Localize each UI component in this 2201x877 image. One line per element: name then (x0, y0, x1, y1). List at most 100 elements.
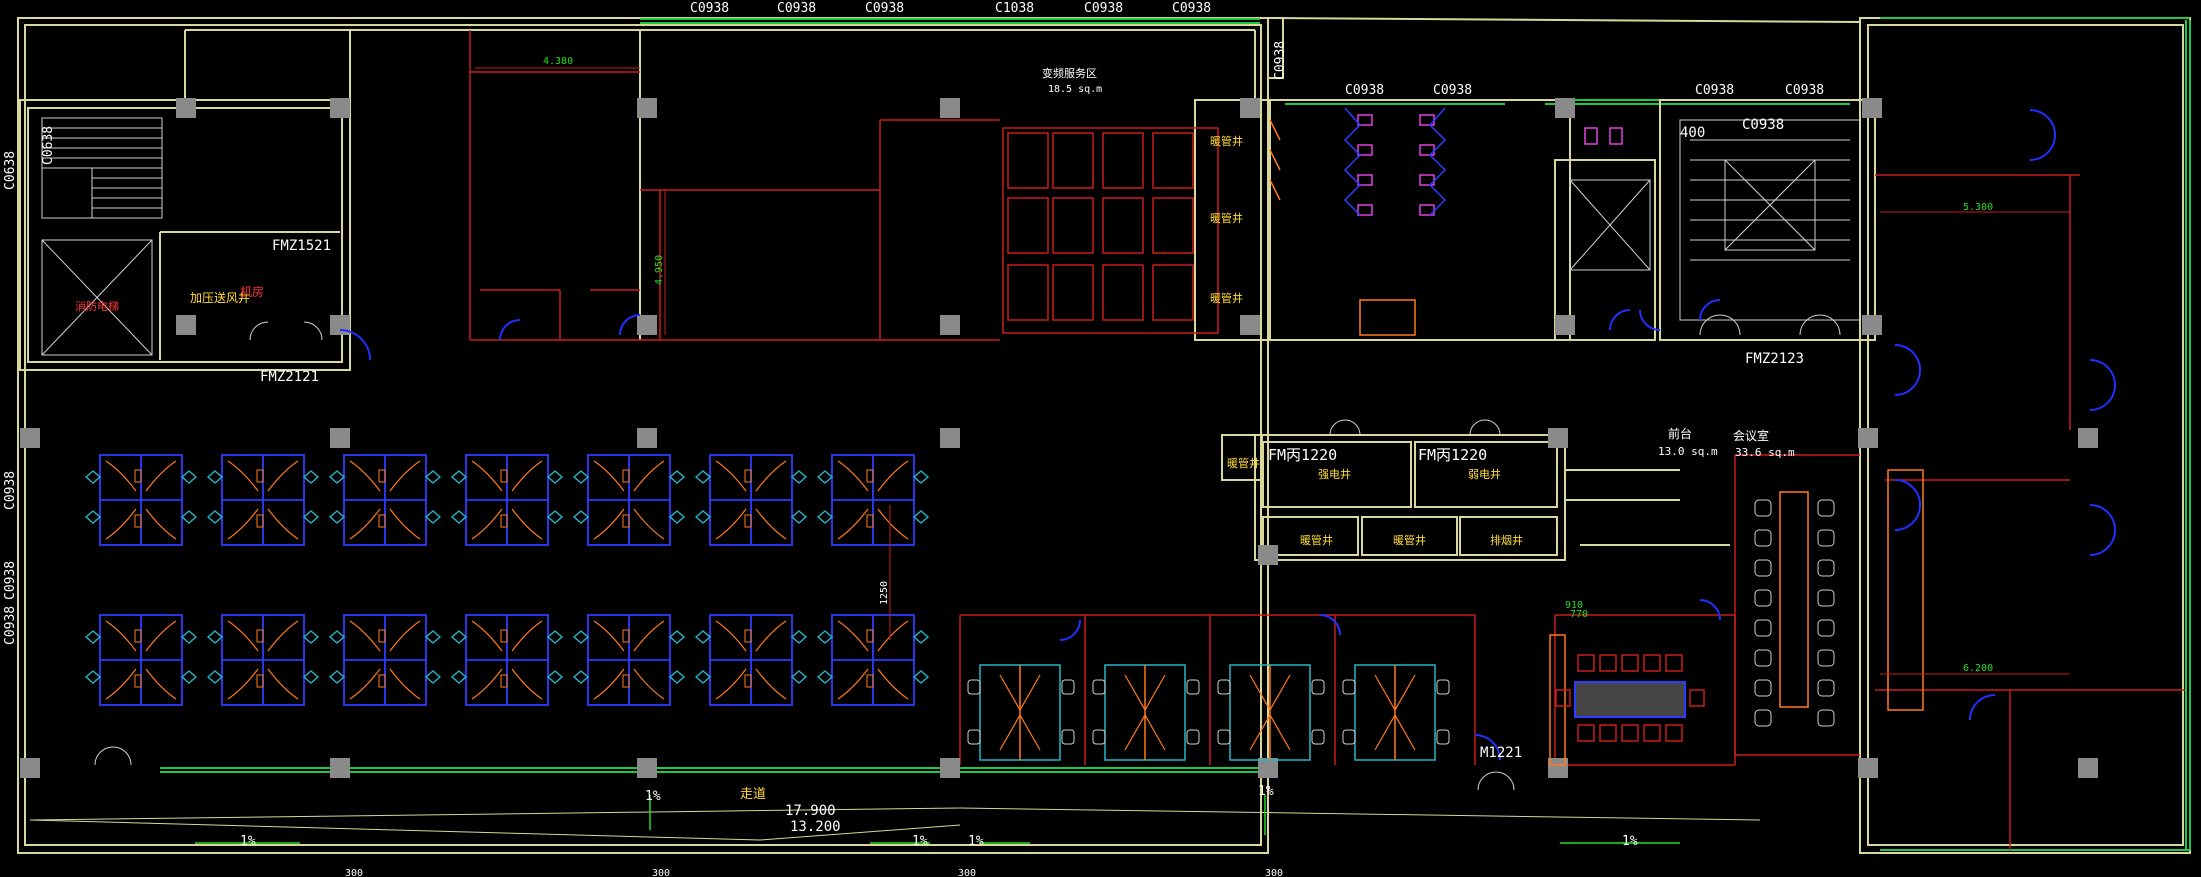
chair (302, 470, 320, 484)
chair (302, 510, 320, 524)
chair (1092, 679, 1106, 695)
slope-lines (29, 807, 1761, 841)
chair (572, 630, 590, 644)
window-label: C0938 (1273, 41, 1288, 80)
chair (912, 630, 930, 644)
chair (1217, 679, 1231, 695)
partitions (469, 30, 2185, 850)
workstation-pod (206, 614, 320, 706)
chair (450, 470, 468, 484)
window-label: C0938 (3, 606, 18, 645)
chair (424, 470, 442, 484)
chair (694, 670, 712, 684)
slope-arrows (195, 795, 1680, 844)
chair (546, 630, 564, 644)
chair (84, 630, 102, 644)
door-label: C0938 (1742, 117, 1784, 133)
door-label: FM丙1220 (1418, 446, 1487, 464)
workstation-pod (84, 454, 198, 546)
chair (424, 630, 442, 644)
window-label: C0638 (3, 151, 18, 190)
room-label: 会议室 (1733, 428, 1769, 443)
chair (84, 670, 102, 684)
chair (206, 470, 224, 484)
chair (206, 670, 224, 684)
chair (1186, 679, 1200, 695)
workstation-pod (572, 614, 686, 706)
chair (1092, 729, 1106, 745)
chair (328, 510, 346, 524)
room-label: 前台 (1668, 426, 1692, 441)
chair (668, 510, 686, 524)
glazing (160, 17, 2191, 851)
workstation-pod (816, 454, 930, 546)
workstation-pod (328, 454, 442, 546)
chair (816, 670, 834, 684)
chair (328, 670, 346, 684)
office-desk-cluster (967, 664, 1075, 761)
room-area: 18.5 sq.m (1048, 84, 1102, 95)
chair (1436, 679, 1450, 695)
lift-grid (1002, 127, 1219, 334)
corridor-label: 走道 (740, 787, 766, 802)
shaft-label: 排烟井 (1490, 533, 1523, 547)
chair (790, 470, 808, 484)
window-label: C1038 (995, 1, 1034, 16)
chair (1061, 679, 1075, 695)
top-window-labels: C0938 C0938 C0938 C1038 C0938 C0938 (690, 1, 1211, 16)
chair (450, 510, 468, 524)
shaft-label: 强电井 (1318, 467, 1351, 481)
window-label: C0938 (1172, 1, 1211, 16)
office-desk-cluster (1217, 664, 1325, 761)
stair-right (1569, 119, 1861, 321)
workstation-pod (84, 614, 198, 706)
chair (1342, 729, 1356, 745)
slope-label: 1% (645, 789, 661, 804)
workstation-pod (450, 454, 564, 546)
chair (84, 470, 102, 484)
dimension-lines (475, 67, 2070, 675)
chair (790, 630, 808, 644)
dimension-label: 4.380 (543, 56, 573, 67)
stair-left (41, 117, 163, 356)
workstation-pods (84, 454, 930, 706)
slope-label: 1% (968, 834, 984, 849)
chair (180, 630, 198, 644)
slope-label: 1% (1258, 784, 1274, 799)
door-label: FMZ2121 (260, 369, 319, 385)
dimension-label: 300 (652, 868, 670, 877)
dimension-label: 6.200 (1963, 663, 1993, 674)
door-label: FMZ1521 (272, 238, 331, 254)
dimension-label: 4.950 (654, 255, 665, 285)
elevation-label: 13.200 (790, 819, 841, 835)
chair (302, 630, 320, 644)
room-label: 变频服务区 (1042, 66, 1097, 80)
slope-label: 1% (240, 834, 256, 849)
window-label: C0938 (865, 1, 904, 16)
chair (302, 670, 320, 684)
elevation-label: 17.900 (785, 803, 836, 819)
room-label: 机房 (240, 284, 264, 299)
shaft-label: 暖管井 (1210, 211, 1243, 225)
chair (180, 470, 198, 484)
office-desk-cluster (1092, 664, 1200, 761)
chair (1311, 679, 1325, 695)
chair (180, 670, 198, 684)
window-label: C0938 (1433, 83, 1472, 98)
chair (816, 470, 834, 484)
chair (424, 670, 442, 684)
shaft-label: 暖管井 (1393, 533, 1426, 547)
chair (790, 670, 808, 684)
chair (546, 470, 564, 484)
chair (572, 510, 590, 524)
door-label: FMZ2123 (1745, 351, 1804, 367)
meeting-room-small (1555, 654, 1705, 742)
chair (668, 470, 686, 484)
workstation-pod (694, 614, 808, 706)
shaft-label: 暖管井 (1210, 134, 1243, 148)
chair (694, 630, 712, 644)
meeting-tables (1779, 491, 1809, 708)
window-label: C0938 (1785, 83, 1824, 98)
chair (1217, 729, 1231, 745)
chair (424, 510, 442, 524)
